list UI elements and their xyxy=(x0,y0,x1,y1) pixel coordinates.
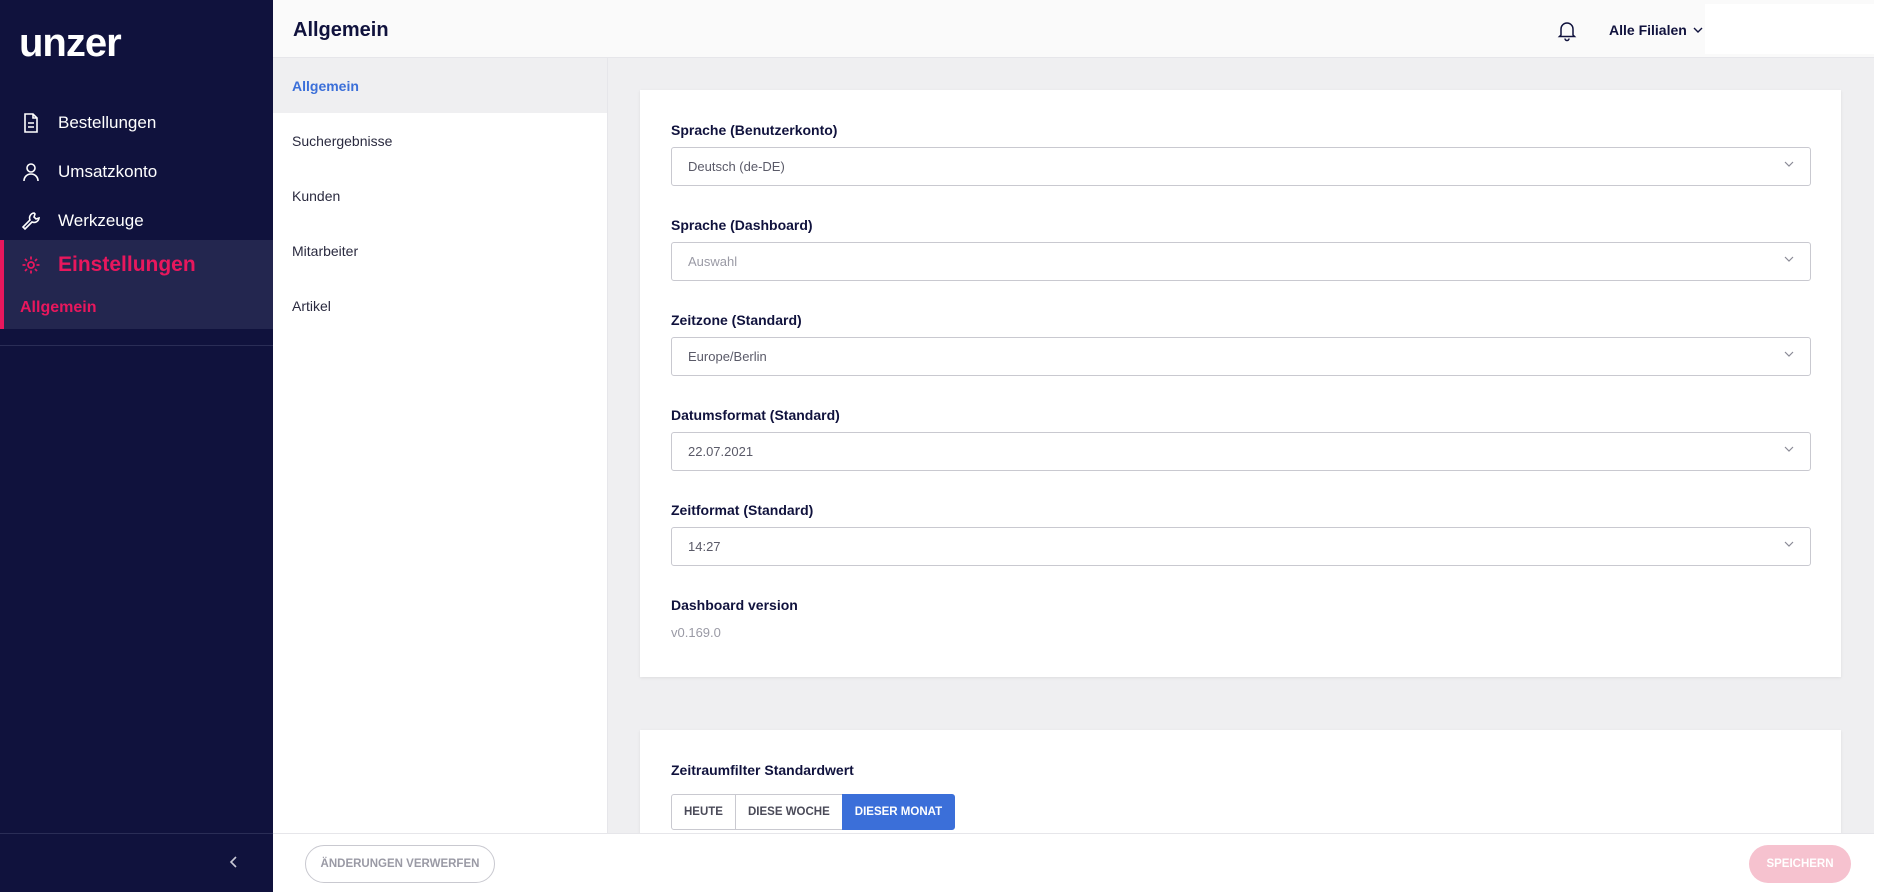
top-bar: Allgemein Alle Filialen xyxy=(273,0,1884,58)
field-label: Sprache (Benutzerkonto) xyxy=(671,122,838,138)
time-format-select[interactable]: 14:27 xyxy=(671,527,1811,566)
sidebar-item-label: Bestellungen xyxy=(58,112,157,132)
field-label: Zeitformat (Standard) xyxy=(671,502,814,518)
subnav-item-mitarbeiter[interactable]: Mitarbeiter xyxy=(273,223,607,278)
page-title: Allgemein xyxy=(293,19,389,41)
field-label: Datumsformat (Standard) xyxy=(671,407,840,423)
collapse-sidebar-button[interactable] xyxy=(222,850,246,874)
chevron-down-icon xyxy=(1784,256,1794,262)
sidebar: unzer Bestellungen Umsatzkonto Werkzeuge xyxy=(0,0,273,892)
chevron-down-icon xyxy=(1784,161,1794,167)
chevron-down-icon xyxy=(1693,27,1703,33)
sidebar-item-label: Umsatzkonto xyxy=(58,161,158,181)
period-filter-card: Zeitraumfilter Standardwert HEUTE DIESE … xyxy=(640,730,1841,833)
select-placeholder: Auswahl xyxy=(688,254,738,269)
save-button[interactable]: SPEICHERN xyxy=(1749,845,1851,883)
date-format-select[interactable]: 22.07.2021 xyxy=(671,432,1811,471)
svg-text:unzer: unzer xyxy=(19,22,121,64)
sidebar-item-werkzeuge[interactable]: Werkzeuge xyxy=(0,196,273,245)
account-language-field: Sprache (Benutzerkonto) Deutsch (de-DE) xyxy=(671,122,1811,186)
sidebar-item-label: Einstellungen xyxy=(58,253,196,276)
user-icon xyxy=(20,161,42,183)
dashboard-version-value: v0.169.0 xyxy=(671,625,721,640)
sidebar-section-head[interactable]: Einstellungen xyxy=(0,240,273,290)
sidebar-nav: Bestellungen Umsatzkonto Werkzeuge xyxy=(0,98,273,245)
document-icon xyxy=(20,112,42,134)
dashboard-language-select[interactable]: Auswahl xyxy=(671,242,1811,281)
sidebar-item-einstellungen[interactable]: Einstellungen Allgemein xyxy=(0,240,273,329)
action-bar: ÄNDERUNGEN VERWERFEN SPEICHERN xyxy=(273,833,1884,892)
sidebar-item-bestellungen[interactable]: Bestellungen xyxy=(0,98,273,147)
chevron-left-icon xyxy=(229,856,237,868)
subnav-item-kunden[interactable]: Kunden xyxy=(273,168,607,223)
chevron-down-icon xyxy=(1784,541,1794,547)
settings-subnav: Allgemein Suchergebnisse Kunden Mitarbei… xyxy=(273,58,608,833)
gear-icon xyxy=(20,254,42,276)
period-option-dieser-monat[interactable]: DIESER MONAT xyxy=(841,794,956,830)
discard-changes-button[interactable]: ÄNDERUNGEN VERWERFEN xyxy=(305,845,495,883)
chevron-down-icon xyxy=(1784,351,1794,357)
time-format-field: Zeitformat (Standard) 14:27 xyxy=(671,502,1811,566)
bell-icon[interactable] xyxy=(1555,18,1579,42)
dashboard-language-field: Sprache (Dashboard) Auswahl xyxy=(671,217,1811,281)
period-filter-field: Zeitraumfilter Standardwert xyxy=(671,762,1811,782)
subnav-item-suchergebnisse[interactable]: Suchergebnisse xyxy=(273,113,607,168)
subnav-item-artikel[interactable]: Artikel xyxy=(273,278,607,333)
sidebar-item-label: Werkzeuge xyxy=(58,210,144,230)
sidebar-subitem-allgemein[interactable]: Allgemein xyxy=(0,290,273,326)
field-label: Zeitzone (Standard) xyxy=(671,312,802,328)
select-value: Europe/Berlin xyxy=(688,349,767,364)
account-language-select[interactable]: Deutsch (de-DE) xyxy=(671,147,1811,186)
timezone-select[interactable]: Europe/Berlin xyxy=(671,337,1811,376)
field-label: Dashboard version xyxy=(671,597,798,613)
wrench-icon xyxy=(20,210,42,232)
branch-selector[interactable]: Alle Filialen xyxy=(1609,22,1703,38)
user-area[interactable] xyxy=(1705,4,1875,54)
field-label: Sprache (Dashboard) xyxy=(671,217,813,233)
unzer-logo[interactable]: unzer xyxy=(19,22,159,64)
sidebar-footer xyxy=(0,833,273,892)
subnav-item-allgemein[interactable]: Allgemein xyxy=(273,58,607,113)
branch-selector-label: Alle Filialen xyxy=(1609,22,1687,38)
dashboard-version-field: Dashboard version v0.169.0 xyxy=(671,597,1811,640)
timezone-field: Zeitzone (Standard) Europe/Berlin xyxy=(671,312,1811,376)
select-value: 14:27 xyxy=(688,539,721,554)
window-edge xyxy=(1874,0,1884,892)
period-option-heute[interactable]: HEUTE xyxy=(671,794,736,830)
sidebar-item-umsatzkonto[interactable]: Umsatzkonto xyxy=(0,147,273,196)
select-value: 22.07.2021 xyxy=(688,444,754,459)
period-filter-segmented-control: HEUTE DIESE WOCHE DIESER MONAT xyxy=(671,794,956,830)
period-option-diese-woche[interactable]: DIESE WOCHE xyxy=(734,794,843,830)
chevron-down-icon xyxy=(1784,446,1794,452)
select-value: Deutsch (de-DE) xyxy=(688,159,785,174)
field-label: Zeitraumfilter Standardwert xyxy=(671,762,854,778)
main-content[interactable]: Sprache (Benutzerkonto) Deutsch (de-DE) … xyxy=(608,58,1884,833)
general-settings-card: Sprache (Benutzerkonto) Deutsch (de-DE) … xyxy=(640,90,1841,677)
date-format-field: Datumsformat (Standard) 22.07.2021 xyxy=(671,407,1811,471)
sidebar-divider xyxy=(0,345,273,346)
